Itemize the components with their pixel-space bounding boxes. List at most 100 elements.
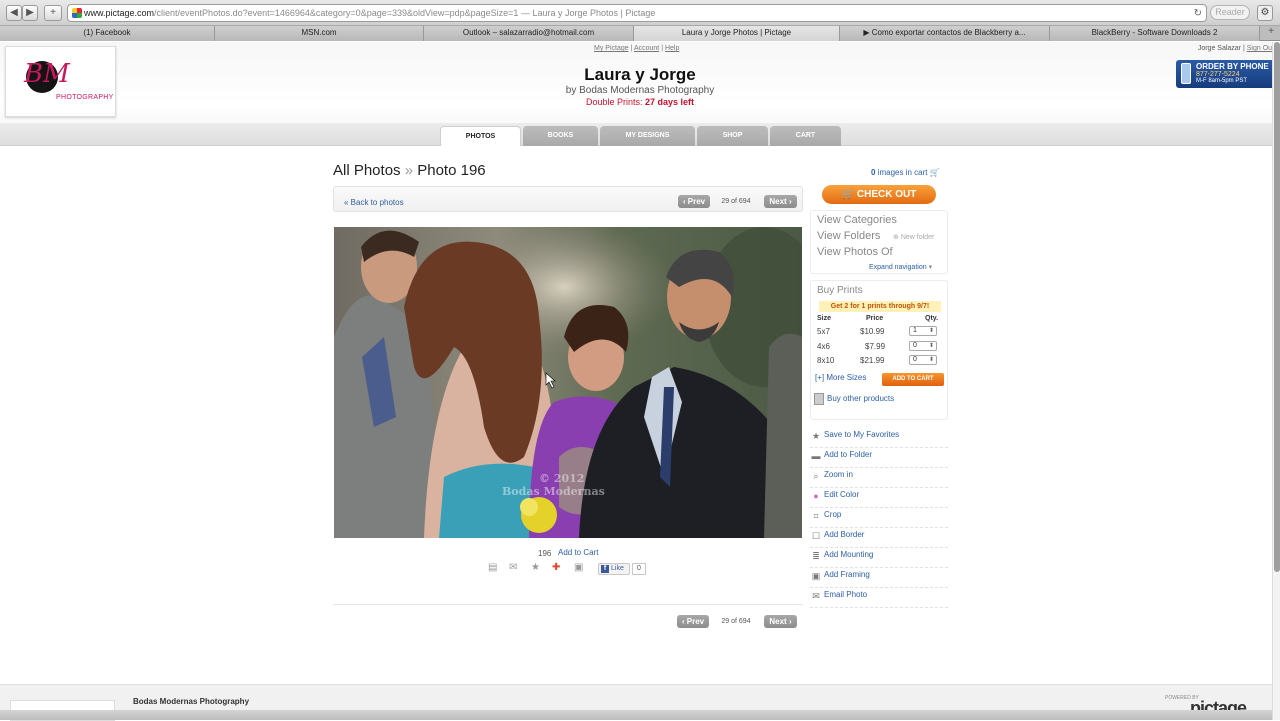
tab-photos[interactable]: PHOTOS: [440, 126, 521, 146]
star-icon[interactable]: ★: [531, 563, 543, 573]
frame-icon[interactable]: ▣: [574, 563, 586, 573]
print-size: 8x10: [817, 356, 835, 365]
plus-share-icon[interactable]: ✚: [552, 563, 564, 573]
browser-toolbar: ◀ ▶ + www.pictage.com/client/eventPhotos…: [0, 0, 1280, 26]
gear-icon[interactable]: ⚙: [1257, 5, 1273, 21]
url-title: — Laura y Jorge Photos | Pictage: [520, 8, 656, 18]
size-header: Size: [817, 315, 832, 322]
zoom-in-action[interactable]: ⌕ Zoom in: [810, 468, 948, 488]
buy-other-products-link[interactable]: Buy other products: [827, 394, 894, 403]
bottom-prev-button[interactable]: ‹ Prev: [677, 615, 709, 628]
logo-monogram: BM: [24, 59, 70, 89]
edit-color-action[interactable]: ● Edit Color: [810, 488, 948, 508]
print-size: 5x7: [817, 327, 830, 336]
crop-icon: ⌗: [813, 511, 819, 521]
tab-my-designs[interactable]: MY DESIGNS: [600, 126, 695, 146]
tab-cart[interactable]: CART: [770, 126, 841, 146]
add-tab-icon[interactable]: +: [1268, 26, 1274, 37]
more-sizes-link[interactable]: [+] More Sizes: [815, 373, 866, 382]
scrollbar-thumb[interactable]: [1274, 42, 1280, 572]
tab-outlook[interactable]: Outlook – salazarradio@hotmail.com: [424, 26, 634, 41]
main-nav: PHOTOS BOOKS MY DESIGNS SHOP CART: [0, 123, 1280, 146]
help-link[interactable]: Help: [665, 45, 679, 52]
folder-icon[interactable]: ▤: [488, 563, 500, 573]
phone-line3: M-F 8am-5pm PST: [1196, 78, 1248, 84]
back-arrow-icon[interactable]: ◀: [6, 5, 22, 21]
user-name: Jorge Salazar: [1197, 45, 1242, 52]
order-by-phone-badge: ORDER BY PHONE 877-277-5224 M-F 8am-5pm …: [1176, 60, 1276, 88]
mounting-icon: ≣: [812, 551, 820, 561]
phone-line2: 877-277-5224: [1196, 71, 1240, 78]
facebook-like-button[interactable]: f Like: [598, 563, 630, 575]
main-photo[interactable]: © 2012 Bodas Modernas: [334, 227, 802, 538]
add-to-folder-action[interactable]: ▬ Add to Folder: [810, 448, 948, 468]
qty-select[interactable]: 0 ⬍: [909, 341, 937, 351]
view-categories-link[interactable]: View Categories: [817, 214, 897, 226]
studio-logo[interactable]: BM PHOTOGRAPHY: [5, 46, 116, 117]
my-pictage-link[interactable]: My Pictage: [594, 45, 629, 52]
facebook-icon: f: [601, 565, 609, 573]
star-icon: ★: [811, 431, 821, 441]
cart-summary[interactable]: 0 images in cart 🛒: [871, 168, 940, 177]
bottom-next-button[interactable]: Next ›: [764, 615, 797, 628]
page-scrollbar[interactable]: [1272, 42, 1280, 720]
print-price: $21.99: [860, 356, 885, 365]
next-button[interactable]: Next ›: [764, 195, 797, 208]
print-price: $10.99: [860, 327, 885, 336]
prev-button[interactable]: ‹ Prev: [678, 195, 710, 208]
photo-add-to-cart-link[interactable]: Add to Cart: [558, 548, 598, 557]
checkout-button[interactable]: 🛒 CHECK OUT: [822, 185, 936, 204]
add-border-action[interactable]: ☐ Add Border: [810, 528, 948, 548]
photo-number: 196: [538, 549, 552, 558]
new-folder-link[interactable]: ⊕ New folder: [893, 233, 934, 241]
action-label: Add Mounting: [824, 550, 874, 559]
account-link[interactable]: Account: [634, 45, 659, 52]
email-icon[interactable]: ✉: [509, 563, 521, 573]
qty-select[interactable]: 0 ⬍: [909, 355, 937, 365]
wedding-photo: © 2012 Bodas Modernas: [334, 227, 802, 538]
promo-banner: Get 2 for 1 prints through 9/7!: [819, 301, 941, 312]
logo-text: PHOTOGRAPHY: [56, 94, 114, 101]
tab-shop[interactable]: SHOP: [697, 126, 768, 146]
stepper-icon: ⬍: [928, 357, 934, 363]
chevron-down-icon: ▾: [928, 264, 933, 271]
tab-pictage[interactable]: Laura y Jorge Photos | Pictage: [634, 26, 840, 41]
email-photo-action[interactable]: ✉ Email Photo: [810, 588, 948, 608]
bottom-page-count: 29 of 694: [721, 618, 751, 625]
new-tab-button[interactable]: +: [44, 5, 62, 21]
breadcrumb-all-photos[interactable]: All Photos: [333, 162, 401, 179]
tab-blackberry-downloads[interactable]: BlackBerry - Software Downloads 2: [1050, 26, 1260, 41]
reload-icon[interactable]: ↻: [1194, 6, 1202, 21]
sign-out-link[interactable]: Sign Out: [1247, 45, 1274, 52]
address-bar[interactable]: www.pictage.com/client/eventPhotos.do?ev…: [67, 4, 1207, 22]
album-title: Laura y Jorge: [584, 65, 696, 84]
crop-action[interactable]: ⌗ Crop: [810, 508, 948, 528]
reader-button[interactable]: Reader: [1210, 5, 1250, 20]
facebook-like-label: Like: [611, 565, 624, 572]
svg-text:Bodas Modernas: Bodas Modernas: [502, 485, 605, 498]
new-folder-label: New folder: [900, 234, 935, 241]
back-to-photos-link[interactable]: « Back to photos: [344, 198, 404, 207]
content-divider: [333, 604, 803, 605]
expand-navigation-link[interactable]: Expand navigation ▾: [869, 263, 932, 271]
tab-blackberry-contacts[interactable]: ▶ Como exportar contactos de Blackberry …: [840, 26, 1050, 41]
add-framing-action[interactable]: ▣ Add Framing: [810, 568, 948, 588]
product-icon: [814, 393, 824, 405]
color-wheel-icon: ●: [813, 491, 819, 501]
save-to-favorites-action[interactable]: ★ Save to My Favorites: [810, 428, 948, 448]
qty-select[interactable]: 1 ⬍: [909, 326, 937, 336]
cart-label: images in cart: [877, 168, 928, 177]
tab-facebook[interactable]: (1) Facebook: [0, 26, 215, 41]
site-favicon-icon: [72, 8, 82, 18]
action-label: Crop: [824, 510, 842, 519]
tab-msn[interactable]: MSN.com: [215, 26, 424, 41]
forward-arrow-icon[interactable]: ▶: [22, 5, 38, 21]
site-header: BM PHOTOGRAPHY My Pictage | Account | He…: [0, 42, 1280, 146]
view-photos-of-link[interactable]: View Photos Of: [817, 246, 893, 258]
plus-circle-icon: ⊕: [893, 234, 899, 241]
tab-books[interactable]: BOOKS: [523, 126, 598, 146]
view-folders-link[interactable]: View Folders: [817, 230, 880, 242]
add-mounting-action[interactable]: ≣ Add Mounting: [810, 548, 948, 568]
add-to-cart-button[interactable]: ADD TO CART: [882, 373, 944, 386]
qty-value: 0: [913, 342, 917, 349]
